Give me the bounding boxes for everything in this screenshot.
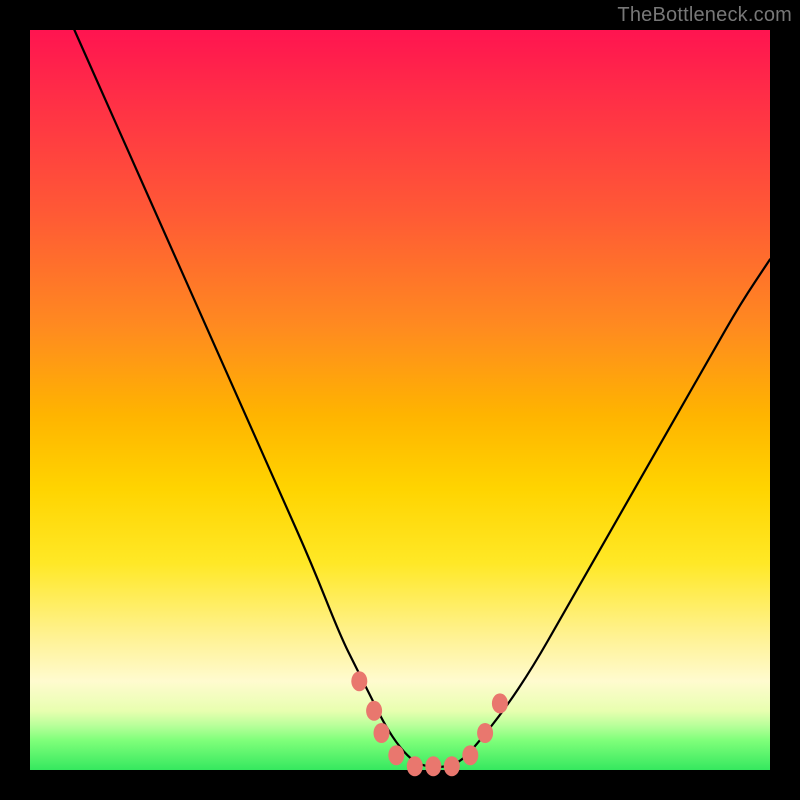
plot-area	[30, 30, 770, 770]
curve-marker	[351, 671, 367, 691]
curve-marker	[462, 745, 478, 765]
curve-marker	[477, 723, 493, 743]
curve-marker	[407, 756, 423, 776]
curve-marker	[444, 756, 460, 776]
watermark-text: TheBottleneck.com	[617, 4, 792, 27]
curve-marker	[374, 723, 390, 743]
curve-marker	[388, 745, 404, 765]
chart-svg	[30, 30, 770, 770]
bottleneck-curve	[74, 30, 770, 767]
curve-markers	[351, 671, 508, 776]
curve-marker	[366, 701, 382, 721]
curve-marker	[492, 693, 508, 713]
chart-frame: TheBottleneck.com	[0, 0, 800, 800]
curve-marker	[425, 756, 441, 776]
